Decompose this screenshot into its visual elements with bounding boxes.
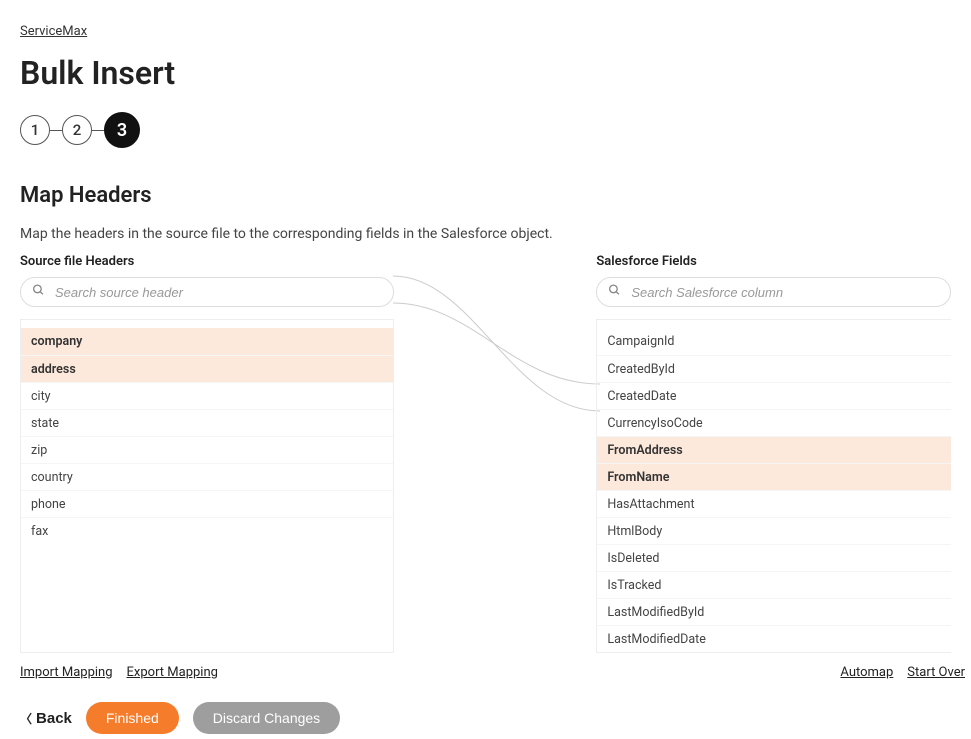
salesforce-row-lastmodifieddate[interactable]: LastModifiedDate	[597, 625, 951, 652]
chevron-left-icon: 〈	[20, 710, 32, 727]
start-over-link[interactable]: Start Over	[907, 665, 965, 680]
back-button[interactable]: 〈 Back	[20, 710, 72, 727]
stepper: 1 2 3	[20, 112, 951, 148]
salesforce-row-createddate[interactable]: CreatedDate	[597, 382, 951, 409]
source-row-fax[interactable]: fax	[21, 517, 393, 544]
source-row-company[interactable]: company	[21, 328, 393, 355]
salesforce-row-fromaddress[interactable]: FromAddress	[597, 436, 951, 463]
salesforce-row-istracked[interactable]: IsTracked	[597, 571, 951, 598]
search-icon	[608, 284, 621, 301]
salesforce-search-input[interactable]	[596, 277, 951, 307]
salesforce-row-fromname[interactable]: FromName	[597, 463, 951, 490]
section-title: Map Headers	[20, 183, 951, 208]
step-connector	[92, 130, 104, 131]
salesforce-row-hasattachment[interactable]: HasAttachment	[597, 490, 951, 517]
source-list: companyaddresscitystatezipcountryphonefa…	[20, 319, 394, 653]
source-search-input[interactable]	[20, 277, 394, 307]
finished-button[interactable]: Finished	[86, 702, 179, 734]
step-2[interactable]: 2	[62, 115, 92, 145]
salesforce-row-currencyisocode[interactable]: CurrencyIsoCode	[597, 409, 951, 436]
source-row-address[interactable]: address	[21, 355, 393, 382]
salesforce-fields-label: Salesforce Fields	[596, 254, 951, 269]
automap-link[interactable]: Automap	[840, 665, 893, 680]
salesforce-row-campaignid[interactable]: CampaignId	[597, 328, 951, 355]
source-row-state[interactable]: state	[21, 409, 393, 436]
source-row-phone[interactable]: phone	[21, 490, 393, 517]
section-description: Map the headers in the source file to th…	[20, 226, 951, 242]
source-headers-label: Source file Headers	[20, 254, 394, 269]
salesforce-row-createdbyid[interactable]: CreatedById	[597, 355, 951, 382]
export-mapping-link[interactable]: Export Mapping	[127, 665, 218, 680]
breadcrumb-link[interactable]: ServiceMax	[20, 24, 87, 39]
salesforce-row-lastmodifiedbyid[interactable]: LastModifiedById	[597, 598, 951, 625]
source-row-city[interactable]: city	[21, 382, 393, 409]
back-label: Back	[36, 710, 72, 727]
source-row-zip[interactable]: zip	[21, 436, 393, 463]
mapping-connectors	[393, 254, 600, 588]
search-icon	[32, 284, 45, 301]
salesforce-row-isdeleted[interactable]: IsDeleted	[597, 544, 951, 571]
step-connector	[50, 130, 62, 131]
salesforce-list[interactable]: CampaignIdCreatedByIdCreatedDateCurrency…	[596, 319, 951, 653]
discard-button[interactable]: Discard Changes	[193, 702, 340, 734]
salesforce-row-htmlbody[interactable]: HtmlBody	[597, 517, 951, 544]
import-mapping-link[interactable]: Import Mapping	[20, 665, 113, 680]
step-3[interactable]: 3	[104, 112, 140, 148]
step-1[interactable]: 1	[20, 115, 50, 145]
source-row-country[interactable]: country	[21, 463, 393, 490]
page-title: Bulk Insert	[20, 54, 951, 92]
